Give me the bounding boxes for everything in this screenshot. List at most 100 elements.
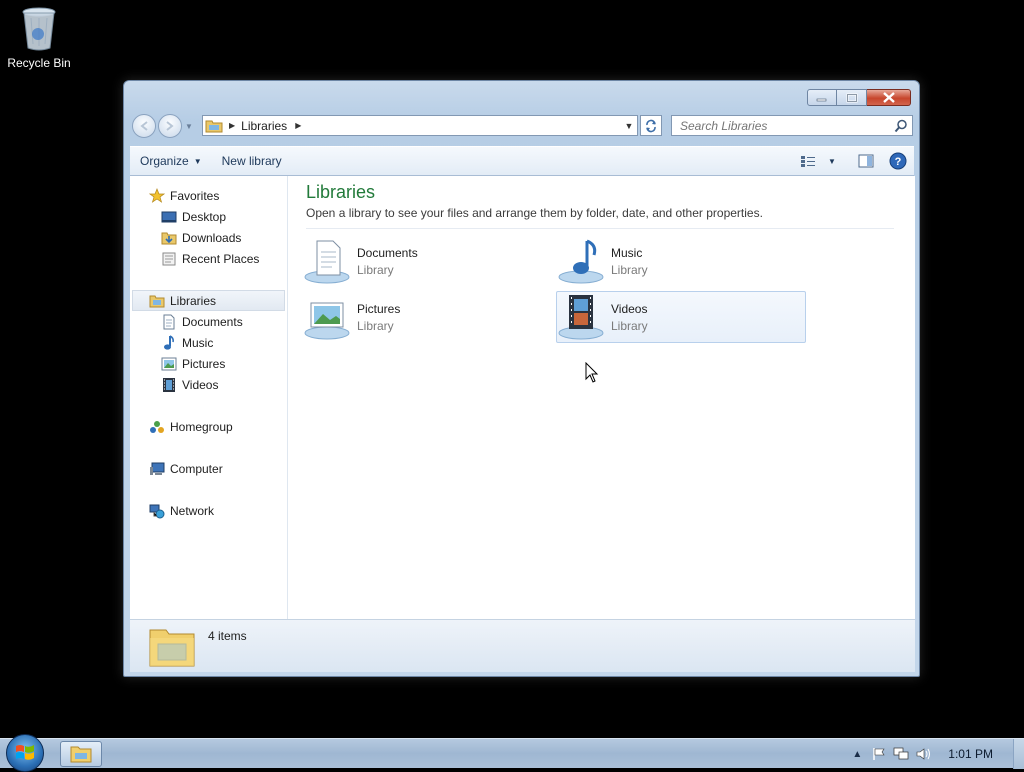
- preview-pane-button[interactable]: [850, 149, 882, 173]
- nav-downloads[interactable]: Downloads: [130, 227, 287, 248]
- library-item-videos[interactable]: Videos Library: [556, 291, 806, 343]
- close-button[interactable]: [867, 89, 911, 106]
- change-view-button[interactable]: [792, 149, 824, 173]
- network-icon: [149, 503, 165, 519]
- nav-homegroup[interactable]: Homegroup: [130, 416, 287, 437]
- search-box[interactable]: [671, 115, 913, 136]
- mouse-cursor-icon: [585, 361, 599, 384]
- library-name: Music: [611, 245, 643, 260]
- breadcrumb-arrow-icon[interactable]: ▶: [295, 121, 301, 130]
- explorer-folder-icon: [70, 746, 92, 763]
- network-tray-icon[interactable]: [890, 743, 912, 765]
- nav-network[interactable]: Network: [130, 500, 287, 521]
- forward-button[interactable]: [158, 114, 182, 138]
- address-bar[interactable]: ▶ Libraries ▶ ▼: [202, 115, 638, 136]
- nav-recent-places[interactable]: Recent Places: [130, 248, 287, 269]
- refresh-button[interactable]: [640, 115, 662, 136]
- nav-pictures[interactable]: Pictures: [130, 353, 287, 374]
- recent-places-icon: [161, 251, 177, 267]
- library-type: Library: [357, 262, 394, 277]
- libraries-folder-icon: [205, 119, 223, 133]
- library-item-music[interactable]: Music Library: [556, 235, 806, 287]
- library-item-pictures[interactable]: Pictures Library: [302, 291, 552, 343]
- clock[interactable]: 1:01 PM: [948, 747, 993, 761]
- help-icon: ?: [889, 152, 907, 170]
- back-arrow-icon: [140, 121, 148, 131]
- computer-icon: [149, 461, 165, 477]
- maximize-icon: [846, 93, 857, 102]
- nav-videos[interactable]: Videos: [130, 374, 287, 395]
- nav-downloads-label: Downloads: [182, 230, 242, 245]
- nav-computer[interactable]: Computer: [130, 458, 287, 479]
- svg-text:?: ?: [895, 156, 902, 168]
- recycle-bin-label: Recycle Bin: [7, 56, 71, 70]
- nav-network-label: Network: [170, 503, 215, 518]
- videos-library-icon: [557, 293, 607, 341]
- library-item-documents[interactable]: Documents Library: [302, 235, 552, 287]
- breadcrumb-libraries[interactable]: Libraries: [241, 119, 287, 133]
- minimize-icon: [816, 98, 827, 101]
- pictures-library-icon: [303, 293, 353, 341]
- page-title: Libraries: [306, 182, 376, 202]
- recent-pages-dropdown[interactable]: ▼: [184, 121, 194, 131]
- explorer-window: ▼ ▶ Libraries ▶ ▼ Organize ▼ New library: [123, 80, 920, 677]
- recycle-bin-desktop-icon[interactable]: Recycle Bin: [6, 6, 72, 70]
- nav-music-label: Music: [182, 335, 214, 350]
- documents-icon: [161, 314, 177, 330]
- chevron-down-icon: ▼: [193, 156, 202, 166]
- libraries-folder-large-icon: [148, 624, 196, 668]
- minimize-button[interactable]: [807, 89, 837, 106]
- chevron-down-icon: ▼: [828, 156, 836, 166]
- taskbar-explorer-button[interactable]: [60, 741, 102, 767]
- breadcrumb-arrow-icon[interactable]: ▶: [229, 121, 235, 130]
- content-area: Favorites Desktop Downloads Recent Place…: [130, 176, 915, 619]
- caption-buttons: [807, 89, 911, 106]
- music-note-icon: [161, 334, 177, 351]
- view-options-dropdown[interactable]: ▼: [824, 149, 840, 173]
- nav-documents[interactable]: Documents: [130, 311, 287, 332]
- view-list-icon: [801, 156, 815, 167]
- help-button[interactable]: ?: [882, 149, 914, 173]
- refresh-icon: [646, 119, 656, 132]
- action-center-flag-icon[interactable]: [868, 743, 890, 765]
- show-hidden-icons-button[interactable]: ▲: [846, 743, 868, 765]
- nav-favorites[interactable]: Favorites: [130, 185, 287, 206]
- show-desktop-button[interactable]: [1013, 739, 1024, 769]
- start-button[interactable]: [6, 734, 44, 772]
- recycle-bin-icon: [21, 6, 57, 52]
- search-input[interactable]: [678, 117, 892, 134]
- nav-libraries[interactable]: Libraries: [132, 290, 285, 311]
- address-history-dropdown[interactable]: ▼: [621, 121, 637, 131]
- nav-music[interactable]: Music: [130, 332, 287, 353]
- organize-label: Organize: [140, 154, 189, 168]
- view-controls: ▼ ?: [792, 149, 914, 173]
- page-subtitle: Open a library to see your files and arr…: [306, 206, 894, 229]
- nav-videos-label: Videos: [182, 377, 219, 392]
- library-type: Library: [611, 262, 648, 277]
- preview-pane-icon: [858, 154, 874, 168]
- nav-pictures-label: Pictures: [182, 356, 226, 371]
- nav-desktop[interactable]: Desktop: [130, 206, 287, 227]
- volume-icon[interactable]: [912, 743, 934, 765]
- library-name: Videos: [611, 301, 648, 316]
- library-type: Library: [357, 318, 394, 333]
- library-type: Library: [611, 318, 648, 333]
- windows-logo-icon: [16, 745, 34, 760]
- new-library-label: New library: [221, 154, 282, 168]
- new-library-button[interactable]: New library: [212, 154, 292, 168]
- navigation-pane: Favorites Desktop Downloads Recent Place…: [130, 176, 288, 619]
- maximize-button[interactable]: [837, 89, 867, 106]
- taskbar: ▲ 1:01 PM: [0, 734, 1024, 772]
- nav-desktop-label: Desktop: [182, 209, 227, 224]
- back-button[interactable]: [132, 114, 156, 138]
- homegroup-icon: [149, 419, 165, 435]
- details-pane: 4 items: [130, 619, 915, 672]
- file-list-pane: Libraries Open a library to see your fil…: [288, 176, 915, 619]
- pictures-icon: [161, 356, 177, 372]
- library-name: Documents: [357, 245, 418, 260]
- libraries-folder-icon: [149, 293, 165, 309]
- organize-button[interactable]: Organize ▼: [130, 154, 212, 168]
- nav-favorites-label: Favorites: [170, 188, 220, 203]
- nav-libraries-label: Libraries: [170, 293, 217, 308]
- search-icon[interactable]: [892, 117, 910, 135]
